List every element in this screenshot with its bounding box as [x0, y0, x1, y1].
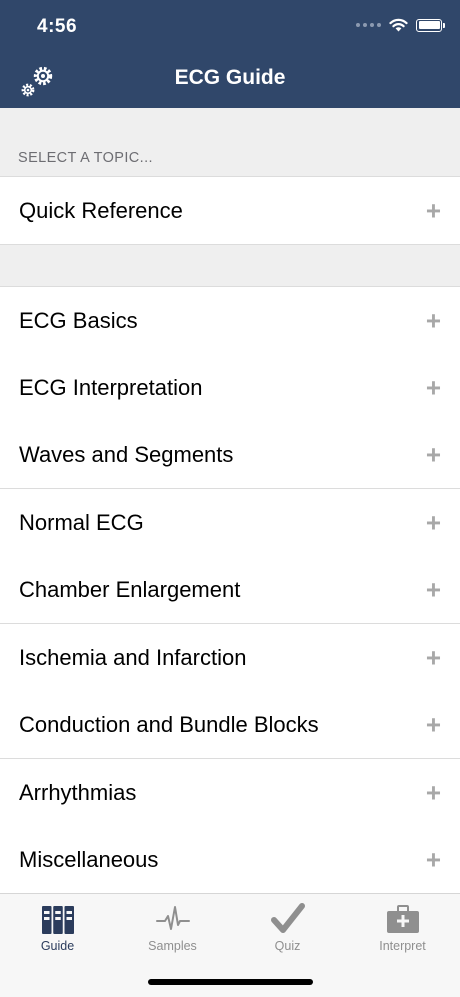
topic-label: Ischemia and Infarction	[19, 644, 247, 670]
nav-title: ECG Guide	[174, 66, 286, 89]
topic-label: Normal ECG	[19, 509, 144, 535]
tab-quiz[interactable]: Quiz	[230, 894, 345, 964]
expand-plus-icon: +	[425, 305, 441, 335]
tab-label: Quiz	[274, 939, 301, 953]
expand-plus-icon: +	[425, 642, 441, 672]
wifi-icon	[389, 18, 408, 32]
tab-label: Interpret	[379, 939, 426, 953]
tab-label: Guide	[40, 939, 75, 953]
topic-label: Arrhythmias	[19, 779, 137, 805]
tab-samples[interactable]: Samples	[115, 894, 230, 964]
expand-plus-icon: +	[425, 844, 441, 874]
status-icons	[356, 18, 445, 32]
section-header: SELECT A TOPIC...	[18, 150, 153, 166]
topic-label: Waves and Segments	[19, 441, 234, 467]
cellular-signal-icon	[356, 23, 381, 27]
battery-icon	[416, 18, 445, 32]
topic-row-normal-ecg[interactable]: Normal ECG +	[0, 489, 460, 557]
topic-row-ecg-basics[interactable]: ECG Basics +	[0, 286, 460, 355]
status-time: 4:56	[37, 16, 78, 37]
expand-plus-icon: +	[425, 195, 441, 225]
expand-plus-icon: +	[425, 709, 441, 739]
pulse-icon	[155, 906, 190, 930]
topic-label: Chamber Enlargement	[19, 576, 241, 602]
expand-plus-icon: +	[425, 372, 441, 402]
topic-row-miscellaneous[interactable]: Miscellaneous +	[0, 826, 460, 894]
tab-interpret[interactable]: Interpret	[345, 894, 460, 964]
topic-label: ECG Basics	[19, 307, 138, 333]
checkmark-icon	[270, 903, 305, 933]
topic-row-ecg-interpretation[interactable]: ECG Interpretation +	[0, 354, 460, 422]
expand-plus-icon: +	[425, 439, 441, 469]
topic-label: Quick Reference	[19, 197, 183, 223]
books-icon	[41, 906, 74, 934]
topic-label: Miscellaneous	[19, 846, 159, 872]
topic-row-chamber-enlargement[interactable]: Chamber Enlargement +	[0, 556, 460, 624]
expand-plus-icon: +	[425, 574, 441, 604]
tab-guide[interactable]: Guide	[0, 894, 115, 964]
topic-row-ischemia-and-infarction[interactable]: Ischemia and Infarction +	[0, 624, 460, 692]
tab-label: Samples	[148, 939, 197, 953]
home-indicator	[148, 979, 313, 985]
topic-row-waves-and-segments[interactable]: Waves and Segments +	[0, 421, 460, 489]
topic-label: ECG Interpretation	[19, 374, 203, 400]
topic-row-quick-reference[interactable]: Quick Reference +	[0, 176, 460, 245]
topic-label: Conduction and Bundle Blocks	[19, 711, 319, 737]
medical-kit-icon	[386, 905, 419, 933]
topic-row-conduction-and-bundle-blocks[interactable]: Conduction and Bundle Blocks +	[0, 691, 460, 759]
topic-row-arrhythmias[interactable]: Arrhythmias +	[0, 759, 460, 827]
expand-plus-icon: +	[425, 507, 441, 537]
navigation-header: 4:56 ECG Guide	[0, 0, 460, 108]
expand-plus-icon: +	[425, 777, 441, 807]
